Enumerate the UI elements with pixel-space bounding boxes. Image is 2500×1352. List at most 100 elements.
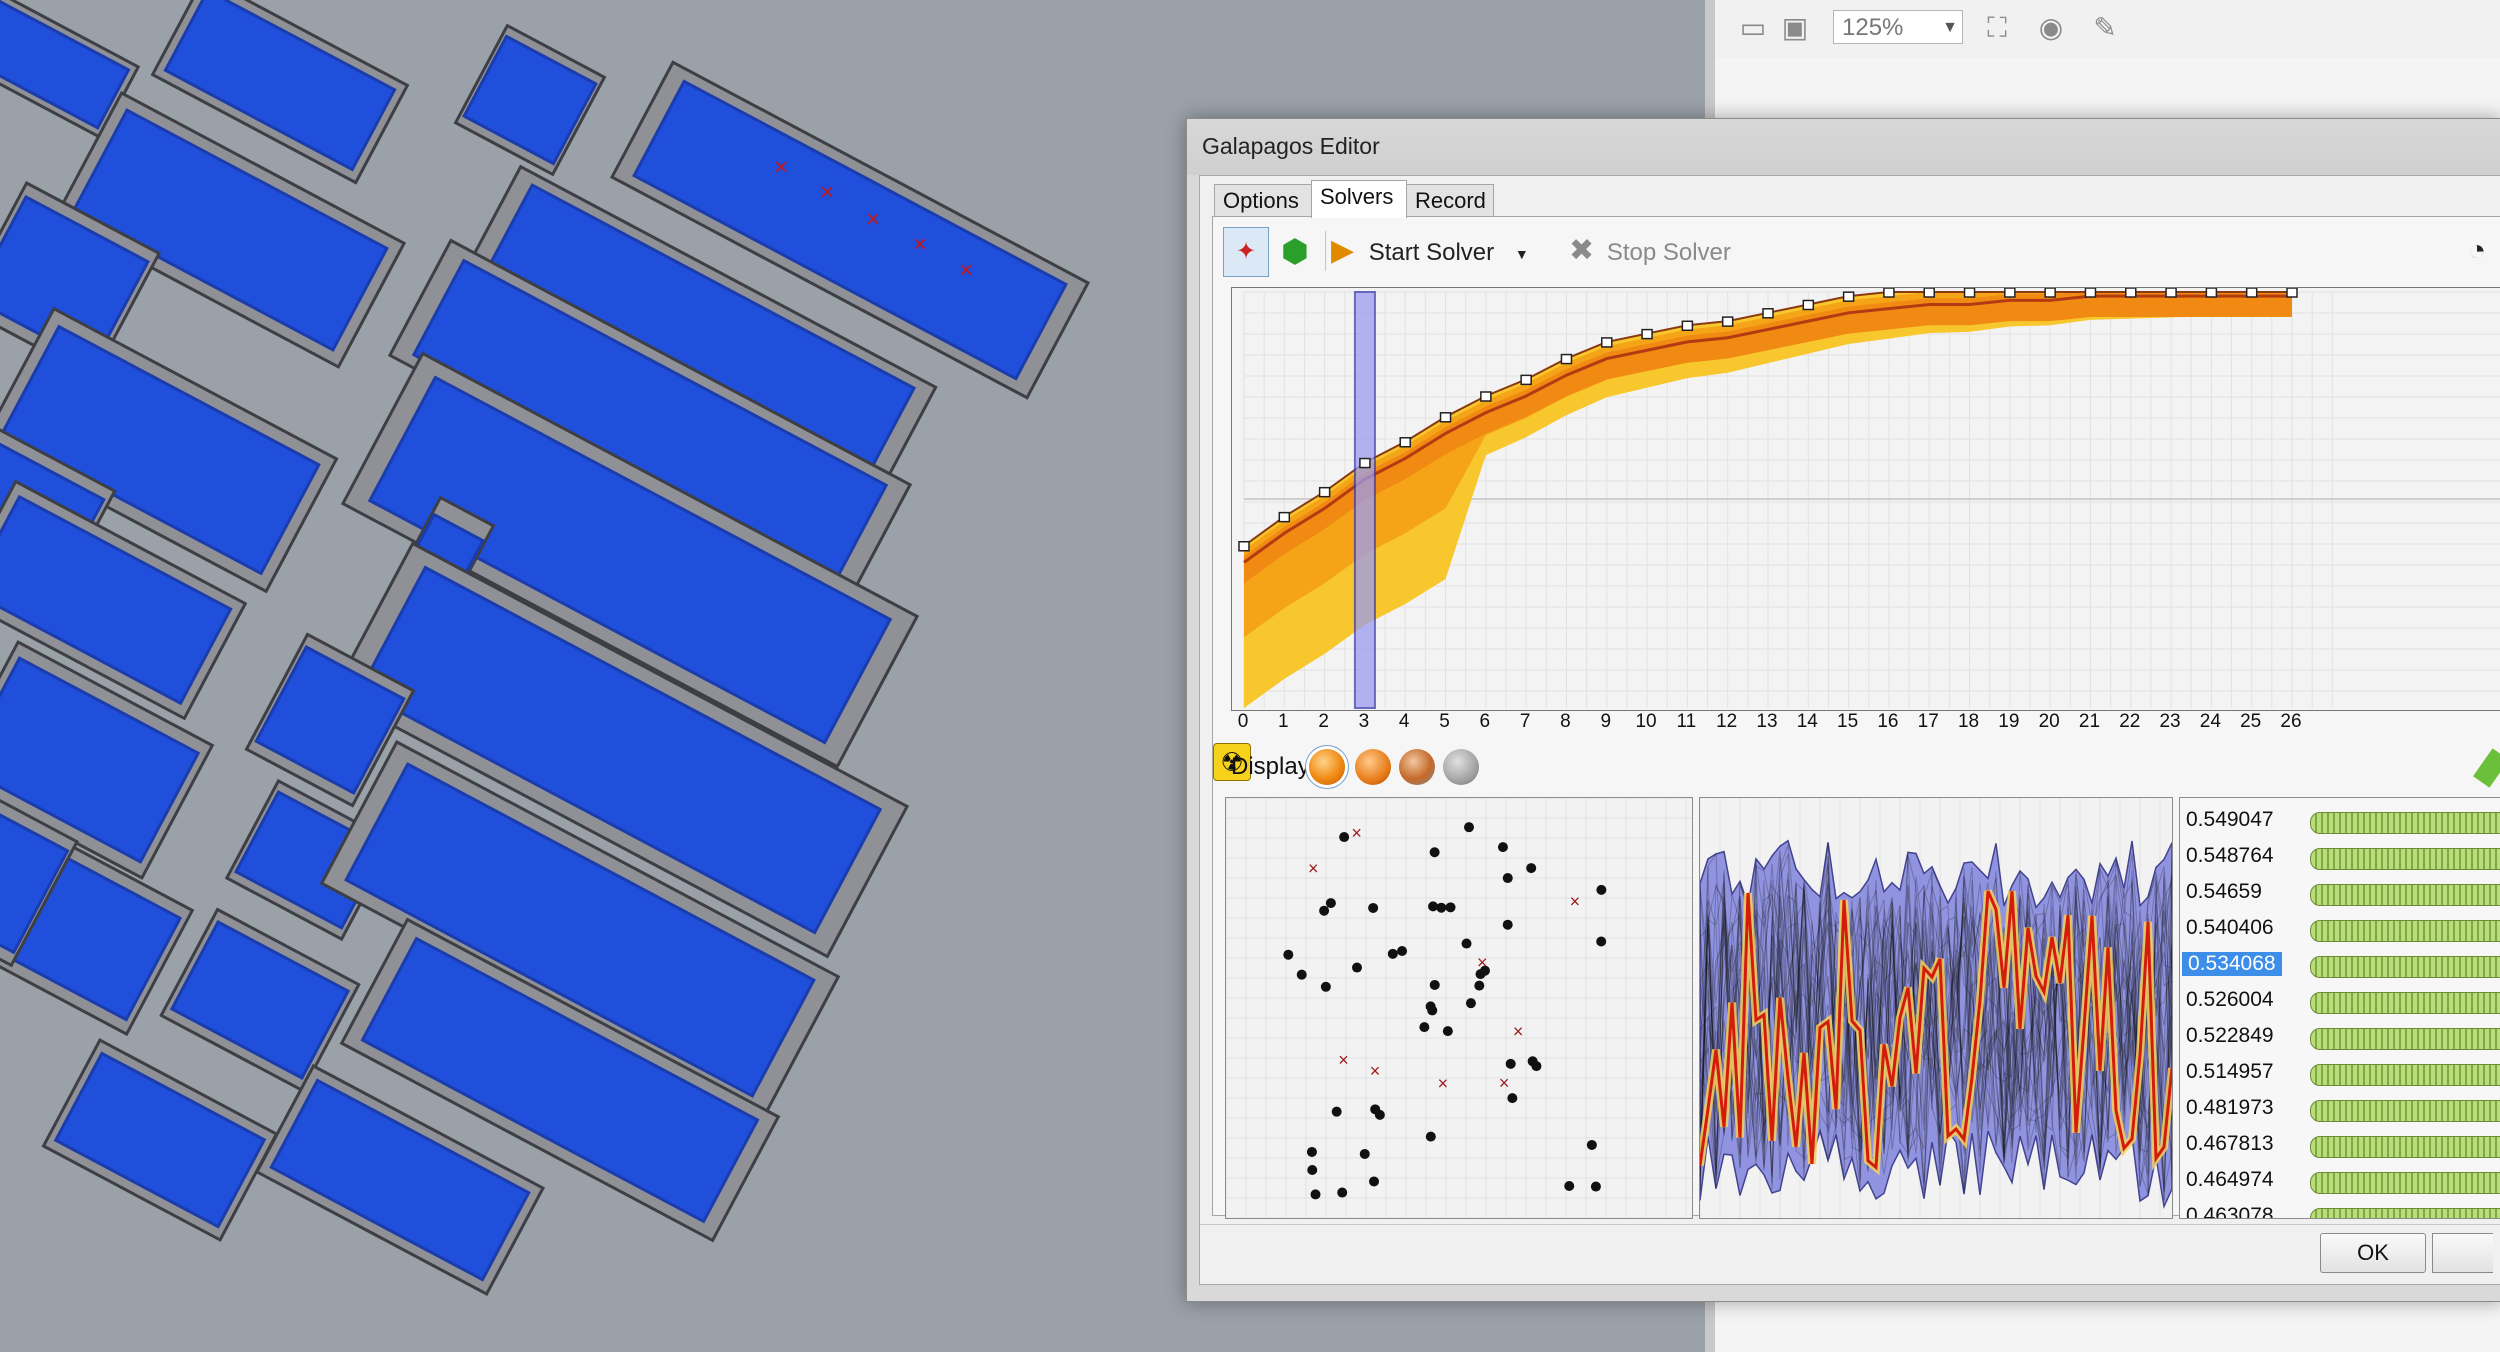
fitness-row[interactable]: 0.534068 [2180,948,2500,984]
generation-label: 13 [1756,711,1778,732]
dialog-titlebar[interactable]: Galapagos Editor [1187,119,2500,175]
generation-label: 3 [1358,711,1370,732]
fitness-row[interactable]: 0.549047 [2180,804,2500,840]
orange-sphere-icon[interactable] [1309,749,1345,785]
genome-dot [1461,938,1472,949]
generation-label: 2 [1318,711,1329,732]
lock-marker [1520,374,1532,386]
genome-dot [1507,1093,1518,1104]
fitness-row[interactable]: 0.54659 [2180,876,2500,912]
genome-dot [1505,1058,1516,1069]
fitness-value: 0.463078 [2186,1204,2274,1219]
genome-dot [1502,873,1513,884]
gauge-button[interactable]: ◔ [2457,227,2497,275]
orange-sphere-icon[interactable] [1355,749,1391,785]
generation-label: 18 [1957,711,1980,732]
dropdown-arrow-icon[interactable]: ▼ [1515,246,1529,262]
ok-button[interactable]: OK [2320,1233,2426,1273]
fitness-row[interactable]: 0.540406 [2180,912,2500,948]
zoom-select[interactable]: 125% ▼ [1833,10,1963,44]
fitness-chart [1238,287,2500,713]
lock-marker [2125,287,2137,298]
genome-map-panel[interactable]: × × × × × × × × × [1225,797,1693,1259]
genome-x-marker: × [1338,1050,1349,1070]
genome-dot [1337,1187,1348,1198]
fitness-bar [2310,1172,2500,1194]
fitness-row[interactable]: 0.522849 [2180,1020,2500,1056]
genome-x-marker: × [1351,823,1362,843]
pick-genome-button[interactable]: ✦ [1223,227,1269,277]
genome-dot [1320,981,1331,992]
fitness-graph[interactable] [1231,287,2500,713]
lock-marker [1560,353,1573,365]
lock-marker [2044,287,2056,298]
lock-marker [1842,291,1855,302]
open-icon[interactable]: ▭ [1735,10,1771,46]
genome-dot [1436,902,1447,913]
galapagos-editor-dialog: Galapagos Editor Options Solvers Record … [1186,118,2500,1302]
fitness-row[interactable]: 0.463078 [2180,1200,2500,1219]
tab-label: Options [1223,188,1299,213]
lock-marker [1278,511,1291,523]
lock-marker [1318,486,1331,498]
genome-dot [1306,1146,1317,1157]
fitness-row[interactable]: 0.526004 [2180,984,2500,1020]
lock-marker [2245,287,2258,298]
ok-label: OK [2357,1240,2389,1265]
tab-solvers[interactable]: Solvers [1311,180,1407,218]
sketch-icon[interactable]: ✎ [2087,10,2123,46]
lock-marker [1601,337,1613,348]
generation-label: 21 [2078,711,2101,732]
genome-dot [1429,979,1440,990]
generation-label: 15 [1837,711,1859,732]
fitness-list[interactable]: 0.549047 0.548764 0.54659 0.540406 0.534068 0… [2179,797,2500,1219]
genome-dot [1429,847,1440,858]
generation-label: 12 [1716,711,1738,732]
start-solver-button[interactable]: ▶ Start Solver ▼ [1331,227,1529,275]
cancel-button[interactable] [2432,1233,2493,1273]
red-x-marker: × [959,257,973,284]
fitness-bar [2310,1136,2500,1158]
dialog-body: Options Solvers Record ✦ ⬢ ▶ Start Solve… [1199,175,2500,1285]
reinstate-button[interactable]: ⬢ [1273,227,1317,275]
genome-dot [1463,822,1474,833]
grey-sphere-icon[interactable] [1443,749,1479,785]
genome-dot [1465,998,1476,1009]
fitness-row[interactable]: 0.467813 [2180,1128,2500,1164]
grasshopper-toolbar: ▭ ▣ 125% ▼ ⛶ ◉ ✎ [1715,0,2500,59]
tab-options[interactable]: Options [1214,184,1312,216]
eye-icon[interactable]: ◉ [2033,10,2069,46]
lock-marker [1923,287,1935,298]
lock-marker [1762,308,1774,319]
lock-marker [1883,287,1895,298]
genome-map: × × × × × × × × × [1225,797,1692,1259]
tab-label: Record [1415,188,1486,213]
fitness-bar [2310,1100,2500,1122]
mixed-sphere-icon[interactable] [1399,749,1435,785]
genome-dot [1387,948,1398,959]
fitness-value: 0.549047 [2186,808,2274,831]
generation-label: 11 [1676,711,1697,732]
genome-graph-panel[interactable] [1696,797,2181,1219]
zoom-extents-icon[interactable]: ⛶ [1979,10,2015,46]
fitness-row[interactable]: 0.464974 [2180,1164,2500,1200]
fitness-row[interactable]: 0.514957 [2180,1056,2500,1092]
genome-dot [1339,832,1350,843]
fitness-value: 0.548764 [2186,844,2274,867]
stop-solver-button[interactable]: ✖ Stop Solver [1569,227,1731,275]
genome-x-marker: × [1570,891,1581,911]
tab-record[interactable]: Record [1406,184,1494,216]
genome-dot [1474,980,1485,991]
genome-dot [1442,1026,1453,1037]
fitness-row[interactable]: 0.548764 [2180,840,2500,876]
generation-label: 5 [1439,711,1450,732]
fitness-row[interactable]: 0.481973 [2180,1092,2500,1128]
lock-marker [1641,328,1653,340]
generation-label: 20 [2038,711,2060,732]
save-icon[interactable]: ▣ [1777,10,1813,46]
generation-label: 17 [1917,711,1939,732]
pencil-icon[interactable] [2473,748,2500,788]
lock-marker [2286,287,2298,298]
genome-dot [1359,1148,1370,1159]
stop-icon: ✖ [1569,234,1595,267]
